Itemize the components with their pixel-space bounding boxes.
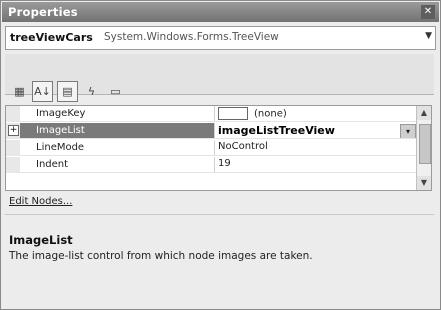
property-value[interactable]: NoControl [218,141,268,152]
scroll-thumb[interactable] [419,124,431,164]
title-bar: Properties ✕ [2,2,439,22]
row-line [20,138,416,139]
description-text: The image-list control from which node i… [9,250,313,262]
grid-row[interactable]: LineMode NoControl [6,140,416,156]
column-divider [214,106,215,122]
property-value[interactable]: 19 [218,158,231,169]
scroll-up-icon[interactable]: ▲ [417,106,431,120]
grid-row[interactable]: ImageKey (none) [6,106,416,122]
row-gutter [6,157,20,173]
value-dropdown-icon[interactable]: ▾ [400,124,416,139]
properties-window: Properties ✕ treeViewCars System.Windows… [0,0,441,310]
object-selector[interactable]: treeViewCars System.Windows.Forms.TreeVi… [5,26,436,50]
edit-nodes-link[interactable]: Edit Nodes... [9,196,72,207]
close-icon[interactable]: ✕ [421,5,435,19]
row-gutter [6,106,20,122]
column-divider [214,140,215,156]
alphabetical-icon[interactable]: A↓ [32,81,53,102]
column-divider [214,157,215,173]
description-title: ImageList [9,233,73,247]
grid-row-selected[interactable]: + ImageList imageListTreeView ▾ [6,123,416,139]
property-pages-icon[interactable]: ▭ [105,81,126,102]
toolbar: ▦ A↓ ▤ ϟ ▭ [5,54,434,102]
row-gutter [6,140,20,156]
object-type: System.Windows.Forms.TreeView [104,31,279,43]
column-divider [214,123,215,139]
object-name: treeViewCars [10,31,93,44]
description-divider [5,214,434,215]
property-name: Indent [36,159,69,170]
row-line [20,121,416,122]
property-value[interactable]: (none) [218,107,287,120]
property-value-text: (none) [254,108,287,120]
row-line [20,155,416,156]
property-grid: ImageKey (none) + ImageList imageListTre… [5,105,432,191]
property-name: ImageKey [36,108,86,119]
expand-icon[interactable]: + [8,125,19,136]
property-value[interactable]: imageListTreeView [218,124,335,137]
row-line [20,172,416,173]
events-icon[interactable]: ϟ [81,81,102,102]
grid-row[interactable]: Indent 19 [6,157,416,173]
scroll-down-icon[interactable]: ▼ [417,176,431,190]
categorized-icon[interactable]: ▦ [9,81,30,102]
properties-icon[interactable]: ▤ [57,81,78,102]
vertical-scrollbar[interactable]: ▲ ▼ [416,106,431,190]
property-name: ImageList [36,125,85,136]
window-title: Properties [8,5,78,19]
property-name: LineMode [36,142,85,153]
chevron-down-icon[interactable]: ▼ [425,31,432,41]
image-swatch [218,107,248,120]
